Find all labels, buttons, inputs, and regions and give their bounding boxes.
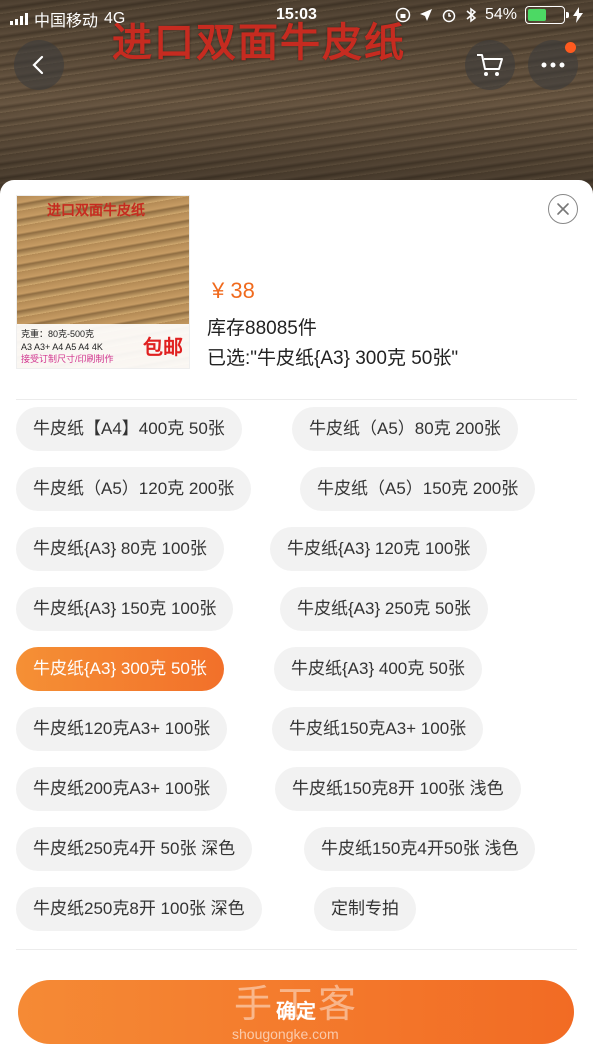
alarm-icon: [442, 9, 456, 23]
bluetooth-icon: [466, 7, 477, 23]
stock-count: 库存88085件: [207, 318, 317, 339]
close-button[interactable]: [548, 194, 578, 224]
back-icon: [32, 55, 44, 75]
variant-option[interactable]: 牛皮纸120克A3+ 100张: [16, 707, 228, 751]
variant-option[interactable]: 牛皮纸150克4开50张 浅色: [304, 827, 536, 871]
variant-option[interactable]: 牛皮纸（A5）80克 200张: [292, 407, 518, 451]
thumbnail-weight-text: 克重：80克-500克: [21, 329, 95, 339]
price: ¥ 38: [212, 278, 255, 303]
variant-option[interactable]: 牛皮纸250克8开 100张 深色: [16, 887, 262, 931]
divider: [16, 949, 577, 950]
variant-option[interactable]: 牛皮纸（A5）120克 200张: [16, 467, 252, 511]
variant-option[interactable]: 牛皮纸250克4开 50张 深色: [16, 827, 253, 871]
variant-option[interactable]: 牛皮纸{A3} 150克 100张: [16, 587, 234, 631]
sku-selector-sheet: 进口双面牛皮纸 克重：80克-500克 A3 A3+ A4 A5 A4 4K 接…: [0, 180, 593, 1055]
more-button[interactable]: [528, 40, 578, 90]
cart-button[interactable]: [465, 40, 515, 90]
product-thumbnail: 进口双面牛皮纸 克重：80克-500克 A3 A3+ A4 A5 A4 4K 接…: [16, 195, 190, 369]
lock-rotation-icon: [395, 7, 411, 23]
variant-option[interactable]: 牛皮纸200克A3+ 100张: [16, 767, 228, 811]
variant-option-selected[interactable]: 牛皮纸{A3} 300克 50张: [16, 647, 224, 691]
status-bar: 中国移动 4G 15:03 54%: [0, 0, 593, 34]
variant-option[interactable]: 牛皮纸{A3} 400克 50张: [274, 647, 482, 691]
notification-dot: [565, 42, 576, 53]
cart-icon: [477, 54, 503, 76]
free-shipping-badge: 包邮: [143, 335, 183, 359]
variant-option[interactable]: 牛皮纸（A5）150克 200张: [300, 467, 536, 511]
divider: [16, 399, 577, 400]
variant-option[interactable]: 牛皮纸【A4】400克 50张: [16, 407, 242, 451]
variant-option[interactable]: 牛皮纸{A3} 120克 100张: [270, 527, 488, 571]
watermark-url: shougongke.com: [232, 1026, 339, 1042]
thumbnail-custom-text: 接受订制尺寸/印刷制作: [21, 354, 114, 364]
more-icon: [541, 62, 565, 68]
variant-option[interactable]: 牛皮纸150克A3+ 100张: [272, 707, 484, 751]
location-icon: [419, 9, 432, 21]
battery-percent: 54%: [484, 6, 517, 23]
variant-option[interactable]: 定制专拍: [314, 887, 416, 931]
variant-option[interactable]: 牛皮纸{A3} 80克 100张: [16, 527, 224, 571]
variant-option[interactable]: 牛皮纸150克8开 100张 浅色: [275, 767, 521, 811]
watermark-name: 手工客: [234, 982, 361, 1026]
battery-icon: [525, 6, 569, 24]
variant-option[interactable]: 牛皮纸{A3} 250克 50张: [280, 587, 488, 631]
selected-variant: 已选:"牛皮纸{A3} 300克 50张": [207, 348, 459, 369]
charging-icon: [573, 7, 583, 23]
back-button[interactable]: [14, 40, 64, 90]
thumbnail-size-text: A3 A3+ A4 A5 A4 4K: [21, 342, 103, 352]
status-right: 54%: [395, 6, 583, 24]
close-icon: [557, 203, 569, 215]
thumbnail-title: 进口双面牛皮纸: [47, 203, 145, 219]
